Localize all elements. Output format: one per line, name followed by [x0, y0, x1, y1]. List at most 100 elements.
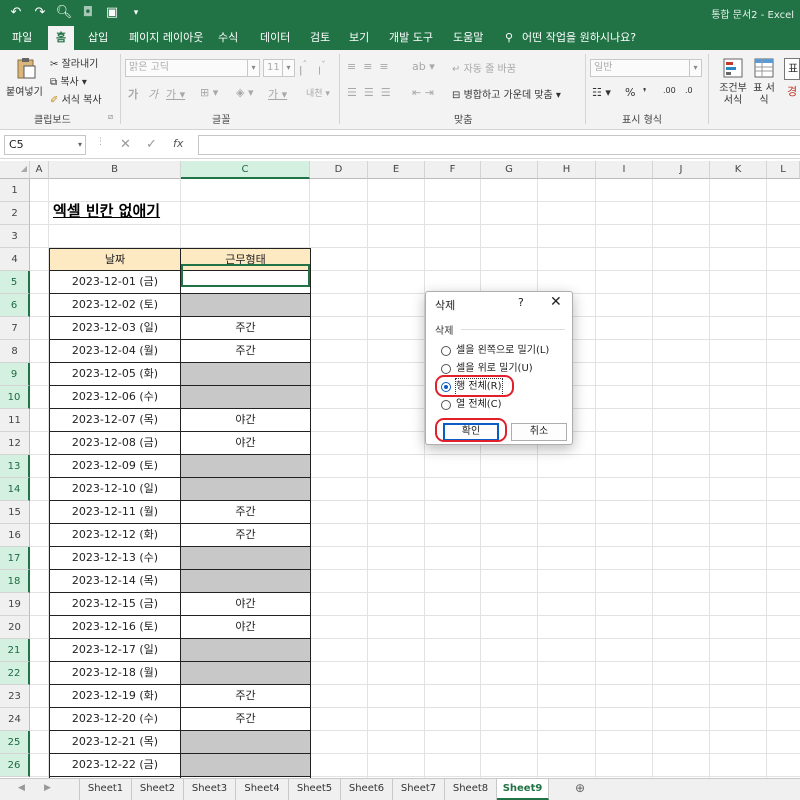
date-cell-b24[interactable]: 2023-12-20 (수)	[49, 708, 181, 731]
orientation-icon[interactable]: ab ▾	[412, 60, 435, 73]
work-type-cell-c6[interactable]	[180, 294, 311, 317]
formula-input[interactable]	[198, 135, 800, 155]
increase-decimal-icon[interactable]: .00	[663, 86, 676, 95]
row-header-14[interactable]: 14	[0, 478, 30, 501]
date-cell-b7[interactable]: 2023-12-03 (일)	[49, 317, 181, 340]
date-cell-b11[interactable]: 2023-12-07 (목)	[49, 409, 181, 432]
align-left-icon[interactable]: ☰ ☰ ☰	[347, 86, 391, 99]
tab-home[interactable]: 홈	[48, 26, 75, 50]
date-cell-b17[interactable]: 2023-12-13 (수)	[49, 547, 181, 570]
border-icon[interactable]: ⊞ ▾	[200, 86, 218, 99]
sheet-tab-sheet9[interactable]: Sheet9	[497, 779, 549, 800]
work-type-cell-c17[interactable]	[180, 547, 311, 570]
row-header-16[interactable]: 16	[0, 524, 30, 547]
column-header-k[interactable]: K	[710, 161, 767, 179]
work-type-cell-c15[interactable]: 주간	[180, 501, 311, 524]
merge-center-button[interactable]: ⊟ 병합하고 가운데 맞춤 ▾	[452, 86, 561, 101]
active-cell-c5[interactable]	[181, 264, 310, 287]
date-cell-b6[interactable]: 2023-12-02 (토)	[49, 294, 181, 317]
date-cell-b5[interactable]: 2023-12-01 (금)	[49, 271, 181, 294]
date-cell-b23[interactable]: 2023-12-19 (화)	[49, 685, 181, 708]
column-header-d[interactable]: D	[310, 161, 368, 179]
indent-icon[interactable]: ⇤ ⇥	[412, 86, 434, 99]
work-type-cell-c18[interactable]	[180, 570, 311, 593]
column-header-g[interactable]: G	[481, 161, 538, 179]
work-type-cell-c13[interactable]	[180, 455, 311, 478]
row-header-13[interactable]: 13	[0, 455, 30, 478]
sheet-tab-sheet6[interactable]: Sheet6	[341, 779, 393, 800]
work-type-cell-c10[interactable]	[180, 386, 311, 409]
tell-me-box[interactable]: 어떤 작업을 원하시나요?	[522, 26, 636, 50]
work-type-cell-c12[interactable]: 야간	[180, 432, 311, 455]
date-cell-b22[interactable]: 2023-12-18 (월)	[49, 662, 181, 685]
tab-data[interactable]: 데이터	[260, 26, 290, 50]
date-cell-b25[interactable]: 2023-12-21 (목)	[49, 731, 181, 754]
column-header-e[interactable]: E	[368, 161, 425, 179]
font-color-icon[interactable]: 가 ▾	[268, 86, 287, 102]
customize-qat-icon[interactable]: ▾	[126, 4, 146, 22]
row-header-10[interactable]: 10	[0, 386, 30, 409]
wrap-text-button[interactable]: ↵ 자동 줄 바꿈	[452, 60, 516, 75]
work-type-cell-c8[interactable]: 주간	[180, 340, 311, 363]
phonetic-icon[interactable]: 내천 ▾	[306, 86, 330, 99]
date-cell-b10[interactable]: 2023-12-06 (수)	[49, 386, 181, 409]
tab-insert[interactable]: 삽입	[88, 26, 108, 50]
row-header-26[interactable]: 26	[0, 754, 30, 777]
row-header-1[interactable]: 1	[0, 179, 30, 202]
row-header-2[interactable]: 2	[0, 202, 30, 225]
save-icon[interactable]: ▣	[102, 4, 122, 22]
date-cell-b20[interactable]: 2023-12-16 (토)	[49, 616, 181, 639]
dialog-launcher-icon[interactable]: ⧄	[108, 112, 113, 122]
column-header-f[interactable]: F	[425, 161, 481, 179]
conditional-format-icon[interactable]	[721, 56, 745, 80]
font-size-combo[interactable]: 11 ▾	[263, 59, 295, 77]
sheet-tab-sheet8[interactable]: Sheet8	[445, 779, 497, 800]
date-cell-b13[interactable]: 2023-12-09 (토)	[49, 455, 181, 478]
insert-function-icon[interactable]: fx	[173, 137, 183, 150]
name-box[interactable]: C5 ▾	[4, 135, 86, 155]
work-type-cell-c14[interactable]	[180, 478, 311, 501]
date-cell-b12[interactable]: 2023-12-08 (금)	[49, 432, 181, 455]
row-header-17[interactable]: 17	[0, 547, 30, 570]
work-type-cell-c7[interactable]: 주간	[180, 317, 311, 340]
row-header-18[interactable]: 18	[0, 570, 30, 593]
work-type-cell-c26[interactable]	[180, 754, 311, 777]
tab-view[interactable]: 보기	[349, 26, 369, 50]
row-header-11[interactable]: 11	[0, 409, 30, 432]
row-header-3[interactable]: 3	[0, 225, 30, 248]
work-type-cell-c22[interactable]	[180, 662, 311, 685]
sheet-tab-sheet3[interactable]: Sheet3	[184, 779, 236, 800]
tab-file[interactable]: 파일	[12, 26, 32, 50]
column-header-l[interactable]: L	[767, 161, 800, 179]
work-type-cell-c9[interactable]	[180, 363, 311, 386]
date-cell-b16[interactable]: 2023-12-12 (화)	[49, 524, 181, 547]
sheet-tab-sheet5[interactable]: Sheet5	[289, 779, 341, 800]
row-header-20[interactable]: 20	[0, 616, 30, 639]
align-top-icon[interactable]: ≡ ≡ ≡	[347, 60, 389, 73]
conditional-format-button[interactable]: 조건부 서식	[716, 83, 750, 107]
font-name-combo[interactable]: 맑은 고딕 ▾	[125, 59, 260, 77]
sheet-tab-sheet1[interactable]: Sheet1	[79, 779, 132, 800]
undo-icon[interactable]: ↶	[6, 4, 26, 22]
cut-button[interactable]: ✂ 잘라내기	[50, 55, 98, 70]
work-type-cell-c25[interactable]	[180, 731, 311, 754]
redo-icon[interactable]: ↷	[30, 4, 50, 22]
format-table-icon[interactable]	[752, 56, 776, 80]
date-cell-b9[interactable]: 2023-12-05 (화)	[49, 363, 181, 386]
row-header-9[interactable]: 9	[0, 363, 30, 386]
enter-icon[interactable]: ✓	[146, 137, 157, 152]
help-icon[interactable]: ?	[518, 296, 524, 309]
sheet-tab-sheet7[interactable]: Sheet7	[393, 779, 445, 800]
row-header-6[interactable]: 6	[0, 294, 30, 317]
tab-formulas[interactable]: 수식	[218, 26, 238, 50]
currency-icon[interactable]: ☷ ▾	[592, 86, 611, 99]
increase-font-icon[interactable]: ꞁˆ	[299, 60, 307, 76]
row-header-21[interactable]: 21	[0, 639, 30, 662]
format-table-button[interactable]: 표 서식	[750, 83, 778, 107]
percent-icon[interactable]: %	[625, 86, 635, 99]
work-type-cell-c23[interactable]: 주간	[180, 685, 311, 708]
row-header-19[interactable]: 19	[0, 593, 30, 616]
cell-style-bad[interactable]: 경	[787, 83, 797, 99]
row-header-23[interactable]: 23	[0, 685, 30, 708]
cell-style-normal[interactable]: 표	[784, 58, 800, 80]
